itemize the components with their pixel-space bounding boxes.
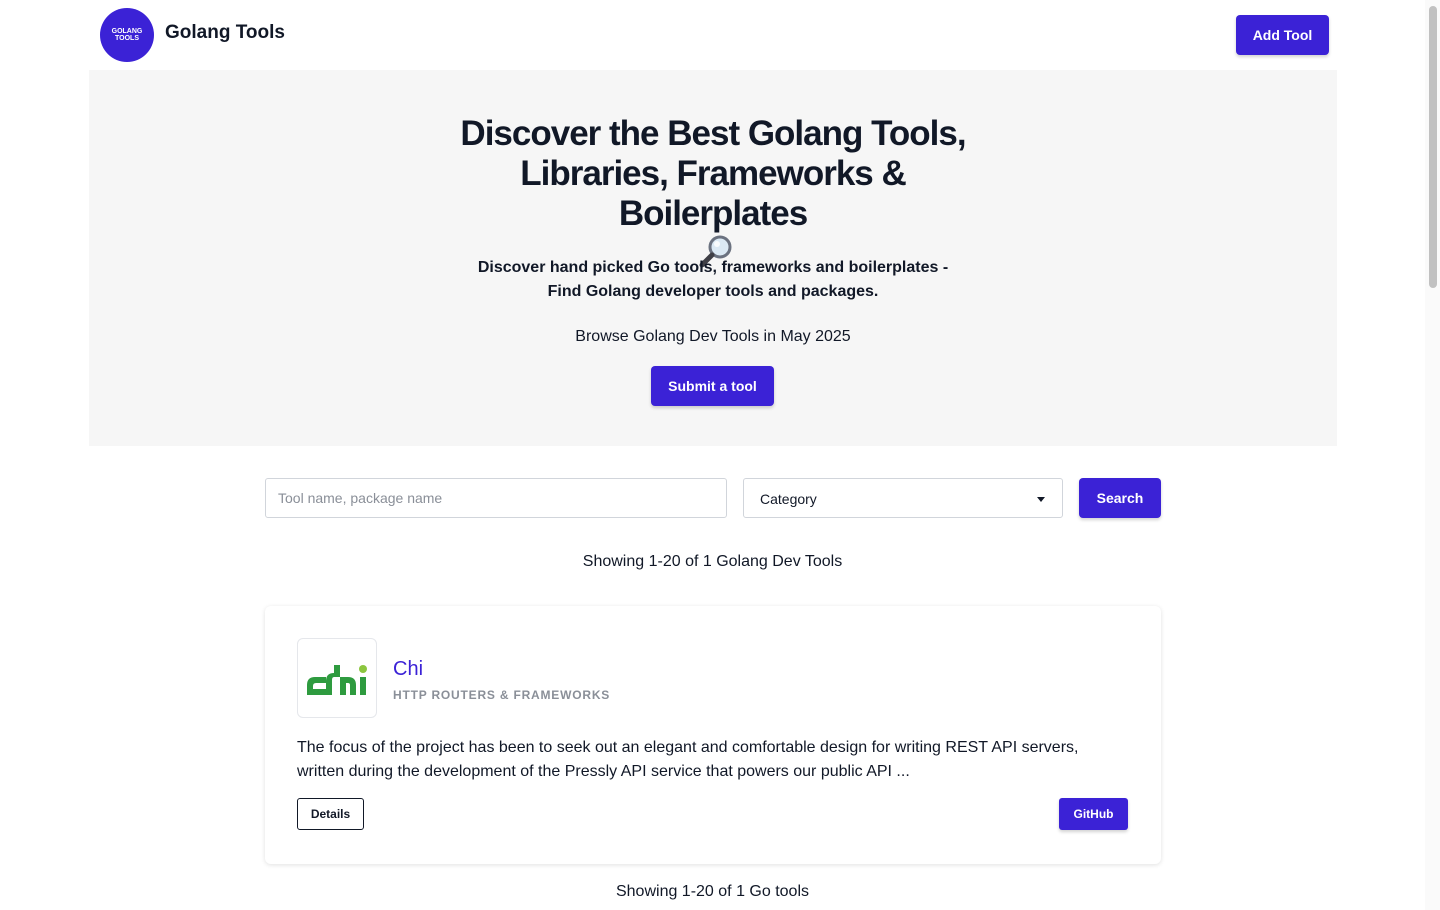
top-navbar: GOLANG TOOLS Golang Tools Add Tool <box>0 0 1425 70</box>
chi-logo[interactable] <box>297 638 377 718</box>
add-tool-button[interactable]: Add Tool <box>1236 15 1329 55</box>
tool-description: The focus of the project has been to see… <box>297 739 1079 780</box>
browse-text: Browse Golang Dev Tools in May 2025 <box>575 328 851 345</box>
hero-subtitle-line: Find Golang developer tools and packages… <box>547 283 879 300</box>
tool-name-link[interactable]: Chi <box>393 658 423 681</box>
logo-text-line2: TOOLS <box>115 35 139 42</box>
hero-subtitle: Discover hand picked Go tools, framework… <box>89 256 1337 304</box>
site-logo[interactable]: GOLANG TOOLS <box>100 8 154 62</box>
hero-subtitle-line: Discover hand picked Go tools, framework… <box>477 259 949 276</box>
category-select[interactable]: Category <box>743 478 1063 518</box>
details-button[interactable]: Details <box>297 798 364 830</box>
tool-card: Chi HTTP ROUTERS & FRAMEWORKS The focus … <box>265 606 1161 864</box>
category-select-value: Category <box>760 491 817 507</box>
logo-text-line1: GOLANG <box>111 28 143 35</box>
hero-title-line: Discover the Best Golang Tools, <box>460 114 966 153</box>
brand-name[interactable]: Golang Tools <box>165 22 285 44</box>
caret-down-icon <box>1037 497 1045 502</box>
footer-results-count: Showing 1-20 of 1 Go tools <box>615 883 809 900</box>
hero-title: Discover the Best Golang Tools, Librarie… <box>89 114 1337 277</box>
search-input[interactable] <box>265 478 727 518</box>
scrollbar-thumb[interactable] <box>1429 6 1437 288</box>
hero-title-line-text: Boilerplates <box>618 194 808 233</box>
results-count: Showing 1-20 of 1 Golang Dev Tools <box>582 553 843 570</box>
hero-section: Discover the Best Golang Tools, Librarie… <box>89 70 1337 446</box>
submit-tool-button[interactable]: Submit a tool <box>651 366 774 406</box>
github-button[interactable]: GitHub <box>1059 798 1128 830</box>
hero-title-line: Libraries, Frameworks & <box>520 154 907 193</box>
tool-category: HTTP ROUTERS & FRAMEWORKS <box>393 688 611 702</box>
search-button[interactable]: Search <box>1079 478 1161 518</box>
